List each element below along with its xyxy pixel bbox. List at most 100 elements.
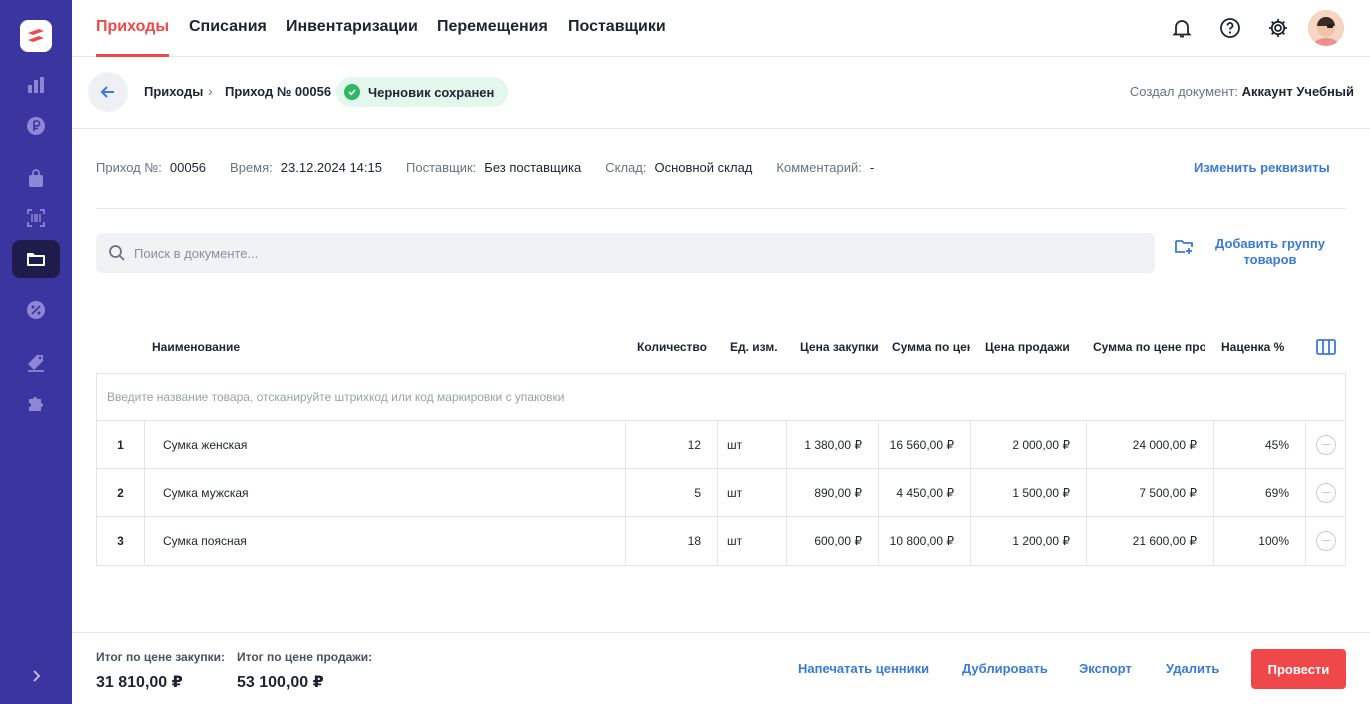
header-sell-price[interactable]: Цена продажи bbox=[985, 340, 1075, 354]
cell-number: 1 bbox=[97, 421, 145, 468]
cell-actions bbox=[1306, 517, 1345, 564]
cell-quantity[interactable]: 5 bbox=[626, 469, 718, 516]
detail-time: Время: 23.12.2024 14:15 bbox=[230, 160, 382, 175]
cell-markup[interactable]: 69% bbox=[1214, 469, 1306, 516]
sidebar bbox=[0, 0, 72, 704]
header-unit[interactable]: Ед. изм. bbox=[730, 340, 786, 354]
search-input[interactable] bbox=[134, 245, 1114, 261]
print-labels-button[interactable]: Напечатать ценники bbox=[798, 661, 929, 676]
cell-name[interactable]: Сумка поясная bbox=[145, 517, 626, 564]
tab-incoming[interactable]: Приходы bbox=[96, 18, 169, 57]
remove-icon[interactable] bbox=[1315, 530, 1336, 551]
cell-name[interactable]: Сумка женская bbox=[145, 421, 626, 468]
percent-icon[interactable] bbox=[12, 291, 60, 329]
folder-icon[interactable] bbox=[12, 240, 60, 278]
document-header: Приходы › Приход № 00056 Черновик сохран… bbox=[72, 57, 1370, 129]
cell-markup[interactable]: 100% bbox=[1214, 517, 1306, 564]
folder-plus-icon bbox=[1175, 240, 1193, 254]
cell-sell-price[interactable]: 1 500,00 ₽ bbox=[971, 469, 1087, 516]
header-buy-sum[interactable]: Сумма по цене закупки bbox=[892, 340, 970, 354]
footer-bar: Итог по цене закупки: 31 810,00 ₽ Итог п… bbox=[72, 632, 1370, 704]
cell-sell-sum[interactable]: 24 000,00 ₽ bbox=[1087, 421, 1214, 468]
cell-buy-sum[interactable]: 10 800,00 ₽ bbox=[879, 517, 971, 564]
header-sell-sum[interactable]: Сумма по цене продажи bbox=[1093, 340, 1205, 354]
detail-number: Приход №: 00056 bbox=[96, 160, 207, 175]
document-details: Приход №: 00056 Время: 23.12.2024 14:15 По… bbox=[96, 160, 874, 178]
detail-supplier: Поставщик: Без поставщика bbox=[406, 160, 582, 175]
cell-buy-price[interactable]: 890,00 ₽ bbox=[787, 469, 879, 516]
cell-quantity[interactable]: 18 bbox=[626, 517, 718, 564]
cell-unit[interactable]: шт bbox=[718, 421, 787, 468]
add-group-label: Добавить группу товаров bbox=[1215, 236, 1325, 267]
help-icon[interactable] bbox=[1216, 14, 1244, 42]
cell-sell-price[interactable]: 1 200,00 ₽ bbox=[971, 517, 1087, 564]
tag-icon[interactable] bbox=[12, 343, 60, 381]
header-buy-price[interactable]: Цена закупки bbox=[800, 340, 880, 354]
cell-sell-sum[interactable]: 21 600,00 ₽ bbox=[1087, 517, 1214, 564]
cell-actions bbox=[1306, 469, 1345, 516]
header-markup[interactable]: Наценка % bbox=[1221, 340, 1291, 354]
search-icon bbox=[109, 245, 125, 261]
product-entry-input[interactable]: Введите название товара, отсканируйте шт… bbox=[97, 374, 1345, 421]
back-button[interactable] bbox=[88, 72, 128, 112]
tab-suppliers[interactable]: Поставщики bbox=[568, 18, 666, 57]
submit-button[interactable]: Провести bbox=[1251, 649, 1346, 689]
status-badge: Черновик сохранен bbox=[336, 77, 509, 107]
chart-icon[interactable] bbox=[12, 66, 60, 104]
divider bbox=[96, 208, 1346, 209]
check-icon bbox=[344, 84, 360, 100]
author-label: Создал документ: bbox=[1129, 84, 1238, 99]
header-quantity[interactable]: Количество bbox=[637, 340, 709, 354]
cell-buy-sum[interactable]: 16 560,00 ₽ bbox=[879, 421, 971, 468]
export-button[interactable]: Экспорт bbox=[1079, 661, 1132, 676]
cell-number: 2 bbox=[97, 469, 145, 516]
status-text: Черновик сохранен bbox=[368, 84, 495, 100]
breadcrumb-current: Приход № 00056 bbox=[225, 84, 332, 99]
gear-icon[interactable] bbox=[1264, 14, 1292, 42]
tab-inventory[interactable]: Инвентаризации bbox=[286, 18, 418, 57]
top-navigation: Приходы Списания Инвентаризации Перемеще… bbox=[72, 0, 1370, 57]
cell-unit[interactable]: шт bbox=[718, 469, 787, 516]
products-table: Введите название товара, отсканируйте шт… bbox=[96, 373, 1346, 566]
duplicate-button[interactable]: Дублировать bbox=[962, 661, 1048, 676]
chevron-right-icon[interactable] bbox=[24, 664, 48, 688]
remove-icon[interactable] bbox=[1315, 434, 1336, 455]
cell-quantity[interactable]: 12 bbox=[626, 421, 718, 468]
delete-button[interactable]: Удалить bbox=[1166, 661, 1219, 676]
document-author: Создал документ: Аккаунт Учебный bbox=[1130, 84, 1354, 99]
cell-name[interactable]: Сумка мужская bbox=[145, 469, 626, 516]
detail-comment: Комментарий: - bbox=[776, 160, 875, 175]
cell-sell-sum[interactable]: 7 500,00 ₽ bbox=[1087, 469, 1214, 516]
cell-buy-price[interactable]: 600,00 ₽ bbox=[787, 517, 879, 564]
tab-transfers[interactable]: Перемещения bbox=[437, 18, 548, 57]
breadcrumb-root[interactable]: Приходы bbox=[144, 84, 203, 99]
bag-icon[interactable] bbox=[12, 159, 60, 197]
cell-actions bbox=[1306, 421, 1345, 468]
tab-write-offs[interactable]: Списания bbox=[189, 18, 267, 57]
cell-buy-price[interactable]: 1 380,00 ₽ bbox=[787, 421, 879, 468]
bell-icon[interactable] bbox=[1168, 14, 1196, 42]
columns-icon[interactable] bbox=[1316, 339, 1336, 355]
add-group-button[interactable]: Добавить группу товаров bbox=[1174, 236, 1330, 268]
cell-sell-price[interactable]: 2 000,00 ₽ bbox=[971, 421, 1087, 468]
table-row[interactable]: 1 Сумка женская 12 шт 1 380,00 ₽16 560,00 ₽2… bbox=[97, 421, 1345, 469]
logo[interactable] bbox=[20, 20, 52, 52]
document-search bbox=[96, 233, 1155, 273]
edit-details-link[interactable]: Изменить реквизиты bbox=[1194, 160, 1330, 175]
avatar[interactable] bbox=[1308, 10, 1344, 46]
cell-unit[interactable]: шт bbox=[718, 517, 787, 564]
table-row[interactable]: 2 Сумка мужская 5 шт 890,00 ₽4 450,00 ₽1 500… bbox=[97, 469, 1345, 517]
author-name: Аккаунт Учебный bbox=[1241, 84, 1354, 99]
barcode-icon[interactable] bbox=[12, 199, 60, 237]
header-name[interactable]: Наименование bbox=[152, 340, 352, 354]
cell-buy-sum[interactable]: 4 450,00 ₽ bbox=[879, 469, 971, 516]
total-sell: Итог по цене продажи: 53 100,00 ₽ bbox=[237, 650, 373, 691]
table-row[interactable]: 3 Сумка поясная 18 шт 600,00 ₽10 800,00 ₽1 2… bbox=[97, 517, 1345, 565]
detail-warehouse: Склад: Основной склад bbox=[605, 160, 753, 175]
puzzle-icon[interactable] bbox=[12, 384, 60, 422]
remove-icon[interactable] bbox=[1315, 482, 1336, 503]
total-buy: Итог по цене закупки: 31 810,00 ₽ bbox=[96, 650, 226, 691]
cell-markup[interactable]: 45% bbox=[1214, 421, 1306, 468]
cell-number: 3 bbox=[97, 517, 145, 564]
ruble-icon[interactable] bbox=[12, 107, 60, 145]
